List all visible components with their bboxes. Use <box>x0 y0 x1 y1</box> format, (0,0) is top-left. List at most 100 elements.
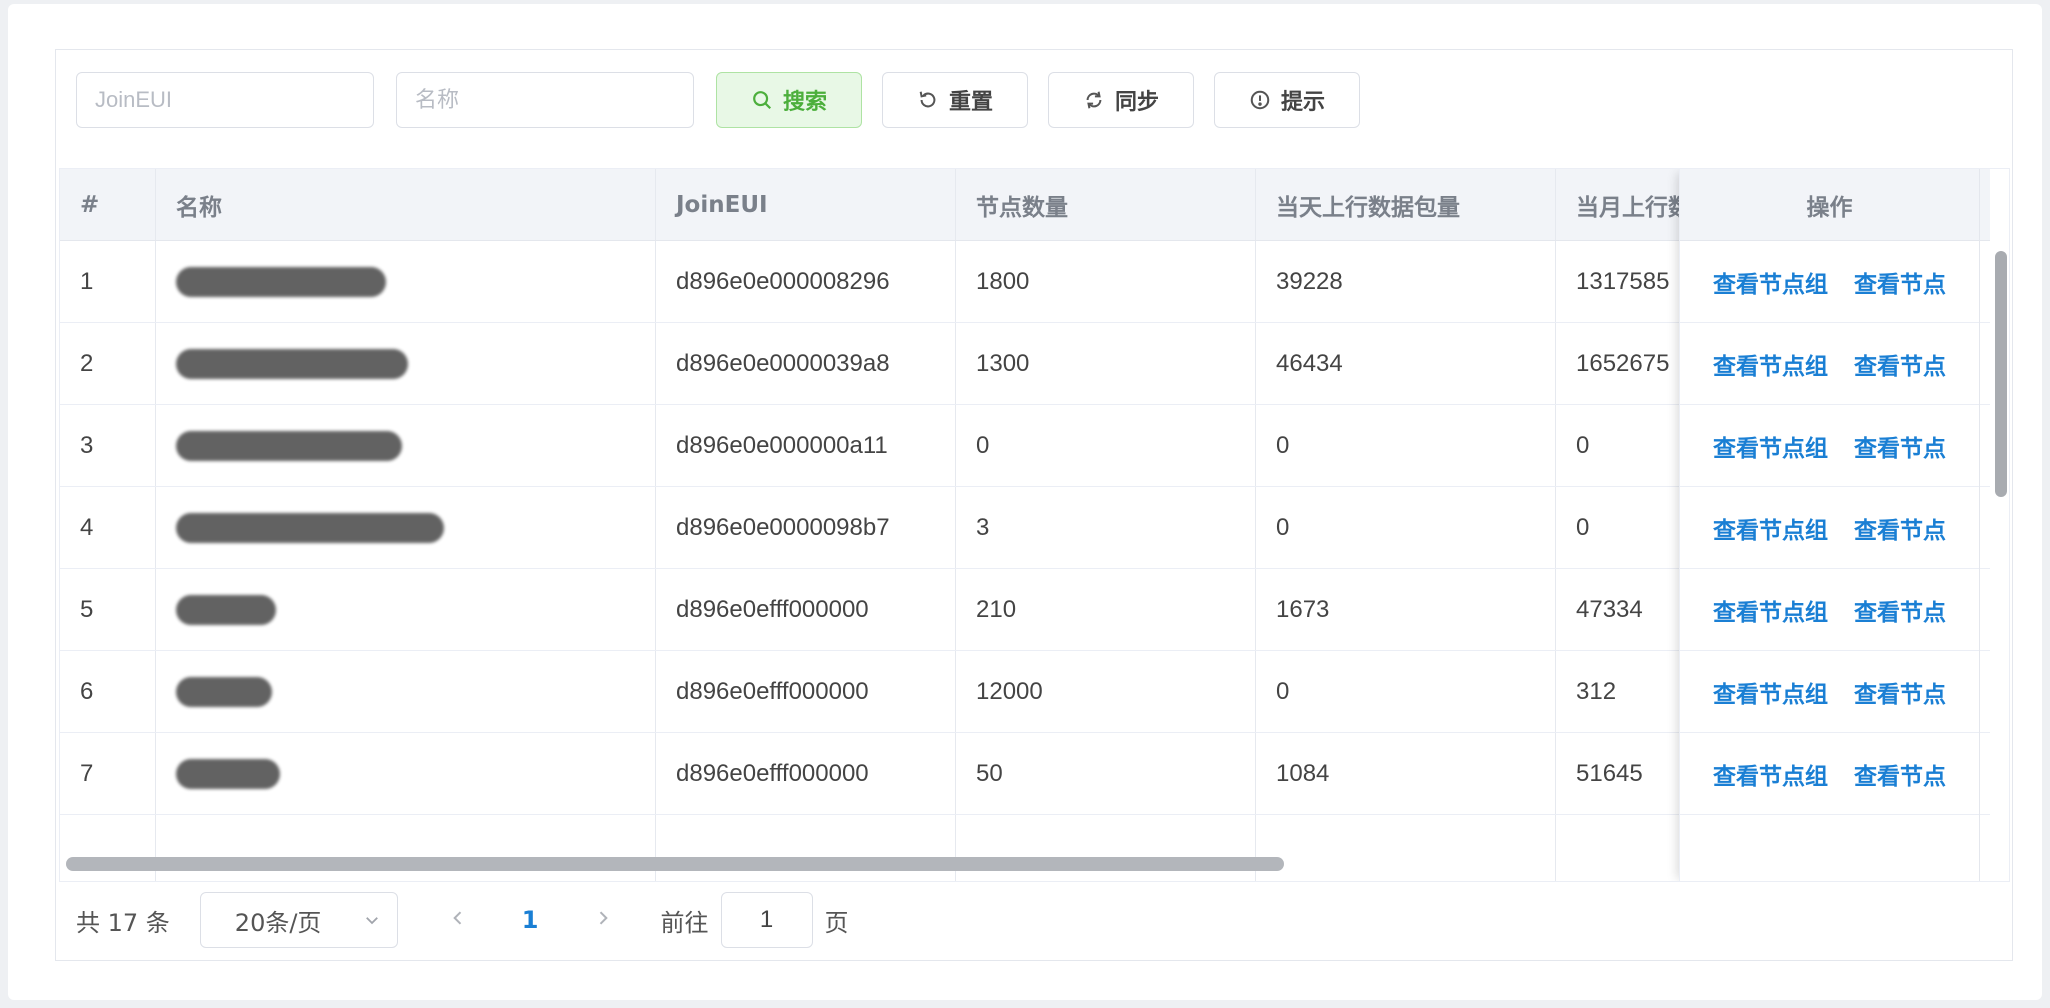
header-joineui: JoinEUI <box>656 169 956 240</box>
cell-node-count: 12000 <box>956 651 1256 732</box>
sync-button-label: 同步 <box>1114 90 1159 115</box>
cell-index: 1 <box>60 241 156 322</box>
actions-column: 操作 查看节点组 查看节点 查看节点组 查看节点 查看节点组 查看节点 查看节点… <box>1679 169 1980 881</box>
cell-daily-uplink: 1084 <box>1256 733 1556 814</box>
name-search-input[interactable] <box>396 72 694 128</box>
cell-joineui: d896e0efff000000 <box>656 569 956 650</box>
view-nodes-link[interactable]: 查看节点 <box>1854 511 1946 545</box>
pagination: 共 17 条 20条/页 1 前往 页 <box>76 892 849 948</box>
search-button[interactable]: 搜索 <box>716 72 862 128</box>
cell-node-count: 3 <box>956 487 1256 568</box>
cell-name-redacted <box>156 733 656 814</box>
sync-icon <box>1086 91 1102 109</box>
cell-index: 7 <box>60 733 156 814</box>
redaction-blur <box>176 266 386 297</box>
view-node-groups-link[interactable]: 查看节点组 <box>1713 429 1828 463</box>
reset-button[interactable]: 重置 <box>882 72 1028 128</box>
joineui-search-input[interactable] <box>76 72 374 128</box>
view-node-groups-link[interactable]: 查看节点组 <box>1713 593 1828 627</box>
content-frame: 搜索 重置 同步 提示 # 名称 JoinEUI 节点数量 当天上行 <box>55 49 2013 961</box>
cell-joineui: d896e0e0000039a8 <box>656 323 956 404</box>
view-nodes-link[interactable]: 查看节点 <box>1854 593 1946 627</box>
chevron-down-icon <box>365 917 378 925</box>
view-nodes-link[interactable]: 查看节点 <box>1854 429 1946 463</box>
goto-page: 前往 页 <box>661 892 849 948</box>
page-card: 搜索 重置 同步 提示 # 名称 JoinEUI 节点数量 当天上行 <box>8 4 2042 1000</box>
actions-cell: 查看节点组 查看节点 <box>1680 651 1979 733</box>
refresh-left-icon <box>919 91 936 108</box>
actions-cell: 查看节点组 查看节点 <box>1680 241 1979 323</box>
actions-cell: 查看节点组 查看节点 <box>1680 323 1979 405</box>
cell-joineui: d896e0efff000000 <box>656 733 956 814</box>
header-daily-uplink: 当天上行数据包量 <box>1256 169 1556 240</box>
cell-node-count: 1800 <box>956 241 1256 322</box>
view-node-groups-link[interactable]: 查看节点组 <box>1713 675 1828 709</box>
header-actions: 操作 <box>1680 169 1979 241</box>
cell-name-redacted <box>156 487 656 568</box>
view-nodes-link[interactable]: 查看节点 <box>1854 757 1946 791</box>
search-icon <box>753 91 772 110</box>
cell-index: 6 <box>60 651 156 732</box>
view-nodes-link[interactable]: 查看节点 <box>1854 347 1946 381</box>
cell-daily-uplink: 39228 <box>1256 241 1556 322</box>
cell-daily-uplink: 0 <box>1256 651 1556 732</box>
goto-page-input[interactable] <box>720 892 813 948</box>
cell-daily-uplink: 0 <box>1256 487 1556 568</box>
redaction-blur <box>176 512 444 543</box>
header-index: # <box>60 169 156 240</box>
data-table: # 名称 JoinEUI 节点数量 当天上行数据包量 当月上行数 1 d896e… <box>59 168 2010 882</box>
page-size-value: 20条/页 <box>234 908 322 937</box>
actions-cell: 查看节点组 查看节点 <box>1680 405 1979 487</box>
cell-name-redacted <box>156 323 656 404</box>
actions-body: 查看节点组 查看节点 查看节点组 查看节点 查看节点组 查看节点 查看节点组 查… <box>1680 241 1979 881</box>
cell-node-count: 0 <box>956 405 1256 486</box>
page-size-select[interactable]: 20条/页 <box>199 892 398 948</box>
view-node-groups-link[interactable]: 查看节点组 <box>1713 757 1828 791</box>
next-page-button[interactable] <box>583 905 623 935</box>
page-number-current[interactable]: 1 <box>522 906 539 934</box>
horizontal-scrollbar-thumb[interactable] <box>66 857 1284 871</box>
header-name: 名称 <box>156 169 656 240</box>
hint-button[interactable]: 提示 <box>1214 72 1360 128</box>
redaction-blur <box>176 676 272 707</box>
vertical-scrollbar[interactable] <box>1990 241 2009 841</box>
search-button-label: 搜索 <box>782 90 827 115</box>
vertical-scrollbar-thumb[interactable] <box>1995 251 2007 497</box>
cell-index: 4 <box>60 487 156 568</box>
chevron-left-icon <box>453 911 462 925</box>
header-node-count: 节点数量 <box>956 169 1256 240</box>
cell-joineui: d896e0e0000098b7 <box>656 487 956 568</box>
chevron-right-icon <box>599 911 608 925</box>
cell-node-count: 50 <box>956 733 1256 814</box>
cell-name-redacted <box>156 569 656 650</box>
info-circle-icon <box>1250 90 1270 110</box>
cell-index: 3 <box>60 405 156 486</box>
cell-name-redacted <box>156 241 656 322</box>
goto-prefix: 前往 <box>660 908 709 937</box>
goto-suffix: 页 <box>824 908 849 937</box>
prev-page-button[interactable] <box>438 905 478 935</box>
view-node-groups-link[interactable]: 查看节点组 <box>1713 347 1828 381</box>
view-nodes-link[interactable]: 查看节点 <box>1854 675 1946 709</box>
actions-cell: 查看节点组 查看节点 <box>1680 569 1979 651</box>
redaction-blur <box>176 758 280 789</box>
view-node-groups-link[interactable]: 查看节点组 <box>1713 511 1828 545</box>
actions-cell: 查看节点组 查看节点 <box>1680 487 1979 569</box>
cell-name-redacted <box>156 651 656 732</box>
view-nodes-link[interactable]: 查看节点 <box>1854 265 1946 299</box>
cell-joineui: d896e0efff000000 <box>656 651 956 732</box>
actions-cell: 查看节点组 查看节点 <box>1680 733 1979 815</box>
redaction-blur <box>176 430 402 461</box>
view-node-groups-link[interactable]: 查看节点组 <box>1713 265 1828 299</box>
search-toolbar: 搜索 重置 同步 提示 <box>76 72 1380 128</box>
horizontal-scrollbar[interactable] <box>60 849 2009 875</box>
cell-name-redacted <box>156 405 656 486</box>
redaction-blur <box>176 348 408 379</box>
cell-daily-uplink: 46434 <box>1256 323 1556 404</box>
sync-button[interactable]: 同步 <box>1048 72 1194 128</box>
cell-node-count: 1300 <box>956 323 1256 404</box>
cell-joineui: d896e0e000000a11 <box>656 405 956 486</box>
redaction-blur <box>176 594 276 625</box>
cell-joineui: d896e0e000008296 <box>656 241 956 322</box>
cell-daily-uplink: 0 <box>1256 405 1556 486</box>
